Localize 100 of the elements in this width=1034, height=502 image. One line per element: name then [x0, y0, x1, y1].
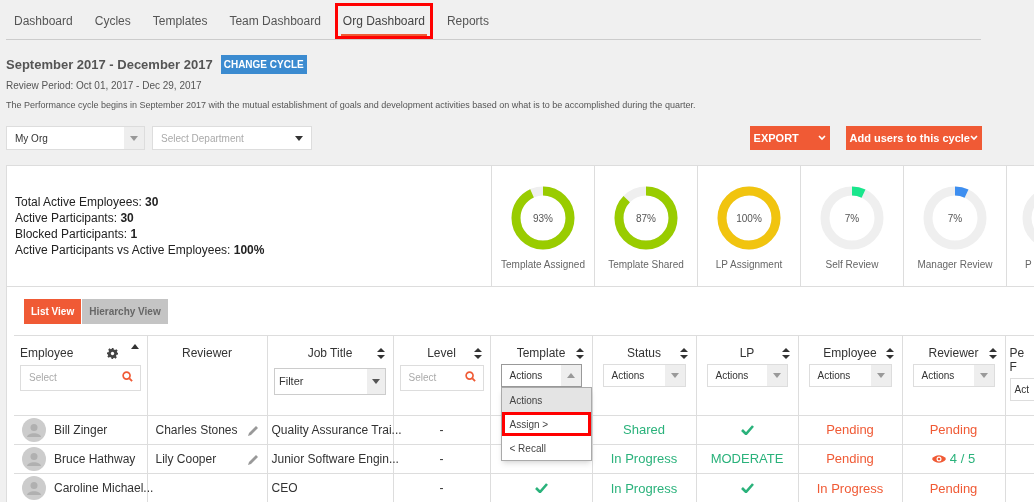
column-header: Pe F — [1009, 346, 1025, 374]
stat-line: Blocked Participants: 1 — [15, 226, 139, 242]
nav-tab[interactable]: Cycles — [92, 12, 133, 36]
caret-icon — [372, 379, 380, 384]
column-header: Reviewer — [928, 346, 979, 360]
meter-label: Template Shared — [608, 258, 684, 272]
sort-icon[interactable] — [376, 348, 385, 359]
actions-select[interactable]: Actions — [706, 364, 788, 387]
actions-select[interactable]: Act — [1009, 378, 1034, 401]
menu-option[interactable]: Actions — [501, 388, 591, 412]
sort-icon[interactable] — [575, 348, 584, 359]
caret-icon — [130, 135, 138, 141]
status-text: Pending — [826, 421, 874, 440]
nav-tab[interactable]: Dashboard — [12, 12, 75, 36]
search-icon — [121, 371, 133, 382]
nav-tab[interactable]: Team Dashboard — [227, 12, 323, 36]
caret-icon — [566, 373, 575, 378]
column-header: Status — [627, 346, 661, 360]
progress-ring — [613, 185, 679, 251]
column-header: Employee — [20, 346, 74, 360]
column-header: Reviewer — [182, 346, 232, 360]
column-header: Level — [427, 346, 456, 360]
caret-icon — [772, 373, 781, 378]
progress-ring — [819, 185, 885, 251]
avatar-icon — [22, 418, 46, 442]
meter-label: LP Assignment — [715, 258, 783, 272]
column-header: Template — [516, 346, 566, 360]
cycle-description: The Performance cycle begins in September 2017 with the mutual establishment of goals and development activities based on what is to be accomplished during the quarter. — [6, 98, 697, 112]
status-text: Pending — [929, 421, 978, 440]
menu-option[interactable]: < Recall — [501, 436, 591, 460]
eye-icon — [931, 454, 946, 464]
meter-label: Template Assigned — [501, 258, 585, 272]
actions-select[interactable]: Actions — [602, 364, 686, 387]
nav-tab[interactable]: Reports — [444, 12, 491, 36]
percent-text: 7% — [844, 211, 860, 226]
table-cell-text: - — [439, 422, 444, 439]
stat-line: Active Participants: 30 — [15, 210, 135, 226]
nav-tab[interactable]: Org Dashboard — [340, 12, 427, 36]
reviewer-name: Charles Stones — [155, 422, 238, 439]
status-text: Shared — [623, 421, 665, 440]
nav-tab[interactable]: Templates — [150, 12, 210, 36]
status-text: In Progress — [610, 479, 678, 498]
meter-label: Manager Review — [917, 258, 993, 272]
percent-text: 100% — [736, 211, 762, 226]
chevron-down-icon — [970, 135, 978, 141]
caret-icon — [979, 373, 988, 378]
review-period: Review Period: Oct 01, 2017 - Dec 29, 2017 — [6, 78, 203, 93]
avatar-icon — [22, 447, 46, 471]
column-header: Employee — [823, 346, 877, 360]
stat-line: Total Active Employees: 30 — [15, 194, 160, 210]
meter-label: P — [1025, 258, 1032, 272]
percent-text: 87% — [636, 211, 656, 226]
sort-icon[interactable] — [679, 348, 688, 359]
status-text: Pending — [929, 479, 978, 498]
search-field[interactable]: Select — [399, 364, 484, 391]
progress-ring — [716, 185, 782, 251]
caret-icon — [295, 135, 303, 141]
progress-ring — [510, 185, 576, 251]
menu-option[interactable]: Assign > — [501, 412, 591, 436]
employee-name[interactable]: Caroline Michael... — [54, 479, 154, 498]
pencil-icon[interactable] — [247, 424, 259, 436]
pencil-icon[interactable] — [247, 453, 259, 465]
search-icon — [464, 371, 476, 382]
avatar-icon — [22, 476, 46, 501]
actions-select[interactable]: Actions — [912, 364, 995, 387]
actions-select[interactable]: Actions — [808, 364, 892, 387]
reviewer-name: Lily Cooper — [155, 451, 217, 468]
status-text: In Progress — [816, 479, 884, 498]
meter-label: Self Review — [825, 258, 879, 272]
sort-icon[interactable] — [473, 348, 482, 359]
cycle-title: September 2017 - December 2017 — [6, 56, 213, 74]
sort-icon[interactable] — [988, 348, 997, 359]
column-header: LP — [739, 346, 755, 360]
review-count: 4 / 5 — [949, 450, 976, 469]
employee-name[interactable]: Bruce Hathway — [54, 450, 136, 468]
table-cell-text: - — [439, 451, 444, 468]
status-text: In Progress — [610, 450, 678, 469]
settings-icon[interactable] — [107, 347, 119, 359]
percent-text: 7% — [947, 211, 963, 226]
percent-text: 93% — [533, 211, 553, 226]
column-header: Job Title — [307, 346, 353, 360]
status-text: Pending — [826, 450, 874, 469]
org-select[interactable]: My Org — [6, 126, 145, 150]
progress-ring — [922, 185, 988, 251]
chevron-down-icon — [817, 135, 826, 141]
actions-select[interactable]: Actions — [500, 364, 582, 387]
table-cell-text: Quality Assurance Trai... — [271, 422, 402, 439]
caret-icon — [876, 373, 885, 378]
status-text: MODERATE — [710, 450, 784, 469]
table-cell-text: Junior Software Engin... — [271, 451, 399, 468]
sort-icon[interactable] — [885, 348, 894, 359]
table-cell-text: - — [439, 480, 444, 498]
sort-icon[interactable] — [781, 348, 790, 359]
table-cell-text: CEO — [271, 480, 298, 498]
search-field[interactable]: Select — [20, 364, 141, 391]
employee-name[interactable]: Bill Zinger — [54, 421, 108, 439]
sort-up-icon[interactable] — [130, 344, 139, 349]
filter-select[interactable]: Filter — [274, 368, 386, 395]
caret-icon — [670, 373, 679, 378]
change-cycle-button[interactable]: CHANGE CYCLE — [220, 55, 307, 75]
